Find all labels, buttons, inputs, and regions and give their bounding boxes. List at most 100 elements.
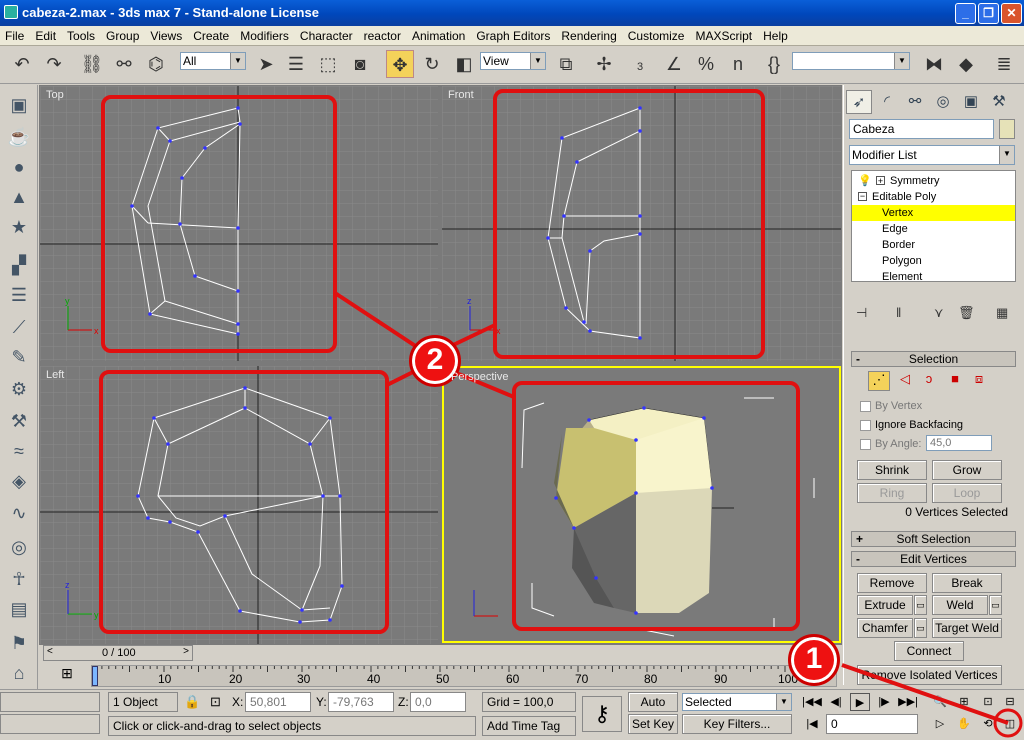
percent-snap-icon[interactable]: % [692,50,720,78]
cylinder-icon[interactable]: ☰ [6,285,32,309]
edge-level-icon[interactable]: ◁ [894,371,916,391]
utilities-tab-icon[interactable]: ⚒ [986,90,1012,114]
modify-tab-icon[interactable]: ◜ [874,90,900,114]
lightbulb-icon[interactable]: 💡 [858,173,872,189]
biped-icon[interactable]: ☥ [6,569,32,593]
key-mode-dropdown[interactable]: Selected ▼ [682,693,792,711]
tube-icon[interactable]: ⟋ [6,317,32,341]
chair-icon[interactable]: ⌂ [6,663,32,687]
track-bar-toggle-icon[interactable]: ⊞ [43,665,91,685]
bind-space-warp-icon[interactable]: ⌬ [142,50,170,78]
configure-modifier-sets-icon[interactable]: ▦ [996,305,1008,321]
time-slider[interactable]: < 0 / 100 > [43,645,193,661]
box-icon[interactable]: ▣ [6,95,32,119]
stack-item-element[interactable]: Element [852,269,1015,285]
reference-coordinate-dropdown[interactable]: View ▼ [480,52,546,70]
layer-manager-icon[interactable]: ≣ [990,50,1018,78]
select-object-icon[interactable]: ➤ [252,50,280,78]
break-button[interactable]: Break [932,573,1002,593]
menu-tools[interactable]: Tools [62,26,101,46]
stack-item-symmetry[interactable]: 💡 + Symmetry [852,173,1015,189]
x-coordinate-field[interactable]: 50,801 [245,692,311,712]
align-icon[interactable]: ◆ [952,50,980,78]
torus-icon[interactable]: ◎ [6,537,32,561]
object-color-swatch[interactable] [999,119,1015,139]
snap-toggle-icon[interactable]: 3 [626,50,654,78]
bone-icon[interactable]: ⚒ [6,411,32,435]
edit-vertices-rollout-header[interactable]: - Edit Vertices [851,551,1016,567]
stack-item-polygon[interactable]: Polygon [852,253,1015,269]
time-marker[interactable] [92,666,98,686]
chevron-left-icon[interactable]: < [47,646,53,657]
wave-icon[interactable]: ∿ [6,503,32,527]
restore-button[interactable]: ❐ [978,3,999,24]
spinner-snap-icon[interactable]: n [724,50,752,78]
viewport-top-label[interactable]: Top [46,89,64,101]
rectangular-region-icon[interactable]: ⬚ [314,50,342,78]
selection-rollout-header[interactable]: - Selection [851,351,1016,367]
menu-views[interactable]: Views [145,26,188,46]
maxscript-listener-bottom[interactable] [0,714,100,734]
edit-named-selections-icon[interactable]: {} [760,50,788,78]
weld-settings-icon[interactable]: ▭ [989,595,1002,615]
border-level-icon[interactable]: ↄ [918,371,940,391]
z-coordinate-field[interactable]: 0,0 [410,692,466,712]
absolute-mode-icon[interactable]: ⊡ [210,694,221,710]
named-selection-dropdown[interactable]: ▼ [792,52,910,70]
menu-animation[interactable]: Animation [407,26,471,46]
vertex-level-icon[interactable]: ⋰ [868,371,890,391]
hierarchy-tab-icon[interactable]: ⚯ [902,90,928,114]
shrink-button[interactable]: Shrink [857,460,927,480]
expand-icon[interactable]: + [876,176,885,186]
angle-snap-icon[interactable]: ∠ [660,50,688,78]
app-icon[interactable] [4,5,18,19]
lock-icon[interactable]: 🔒 [184,694,200,710]
stack-item-border[interactable]: Border [852,237,1015,253]
menu-help[interactable]: Help [758,26,794,46]
extrude-button[interactable]: Extrude [857,595,913,615]
sphere-icon[interactable]: ● [6,157,32,181]
weld-button[interactable]: Weld [932,595,988,615]
maxscript-listener-top[interactable] [0,692,100,712]
make-unique-icon[interactable]: ⋎ [934,305,944,321]
redo-icon[interactable]: ↷ [40,50,68,78]
create-tab-icon[interactable]: ➶ [846,90,872,114]
element-level-icon[interactable]: ⧈ [968,371,990,391]
grow-button[interactable]: Grow [932,460,1002,480]
menu-edit[interactable]: Edit [30,26,62,46]
set-key-icon[interactable]: ⚷ [582,696,622,732]
set-key-button[interactable]: Set Key [628,714,678,734]
remove-modifier-icon[interactable]: 🗑 [958,305,975,321]
stack-item-editable-poly[interactable]: − Editable Poly [852,189,1015,205]
menu-file[interactable]: File [0,26,30,46]
menu-maxscript[interactable]: MAXScript [690,26,758,46]
modifier-list-dropdown[interactable]: Modifier List ▼ [849,145,1015,165]
loop-button[interactable]: Loop [932,483,1002,503]
viewport-perspective-label[interactable]: Perspective [451,371,508,383]
menu-modifiers[interactable]: Modifiers [235,26,295,46]
select-by-name-icon[interactable]: ☰ [282,50,310,78]
mirror-icon[interactable]: ⧓ [920,50,948,78]
by-angle-checkbox[interactable]: By Angle: [860,437,921,451]
menu-customize[interactable]: Customize [623,26,691,46]
book-icon[interactable]: ▤ [6,599,32,623]
show-end-result-icon[interactable]: ‖ [896,305,901,320]
menu-character[interactable]: Character [295,26,359,46]
remove-button[interactable]: Remove [857,573,927,593]
select-and-rotate-icon[interactable]: ↻ [418,50,446,78]
viewport-front-label[interactable]: Front [448,89,474,101]
select-and-link-icon[interactable]: ⛓ [78,50,106,78]
object-name-field[interactable]: Cabeza [849,119,994,139]
stack-item-vertex[interactable]: Vertex [852,205,1015,221]
checker-icon[interactable]: ▞ [6,255,32,279]
stack-item-edge[interactable]: Edge [852,221,1015,237]
window-crossing-icon[interactable]: ◙ [346,50,374,78]
menu-group[interactable]: Group [101,26,145,46]
by-vertex-checkbox[interactable]: By Vertex [860,399,922,413]
key-filters-button[interactable]: Key Filters... [682,714,792,734]
star-icon[interactable]: ★ [6,217,32,241]
by-angle-spinner[interactable]: 45,0 [926,435,992,451]
polygon-level-icon[interactable]: ■ [944,371,966,391]
motion-tab-icon[interactable]: ◎ [930,90,956,114]
fish-icon[interactable]: ≈ [6,441,32,465]
